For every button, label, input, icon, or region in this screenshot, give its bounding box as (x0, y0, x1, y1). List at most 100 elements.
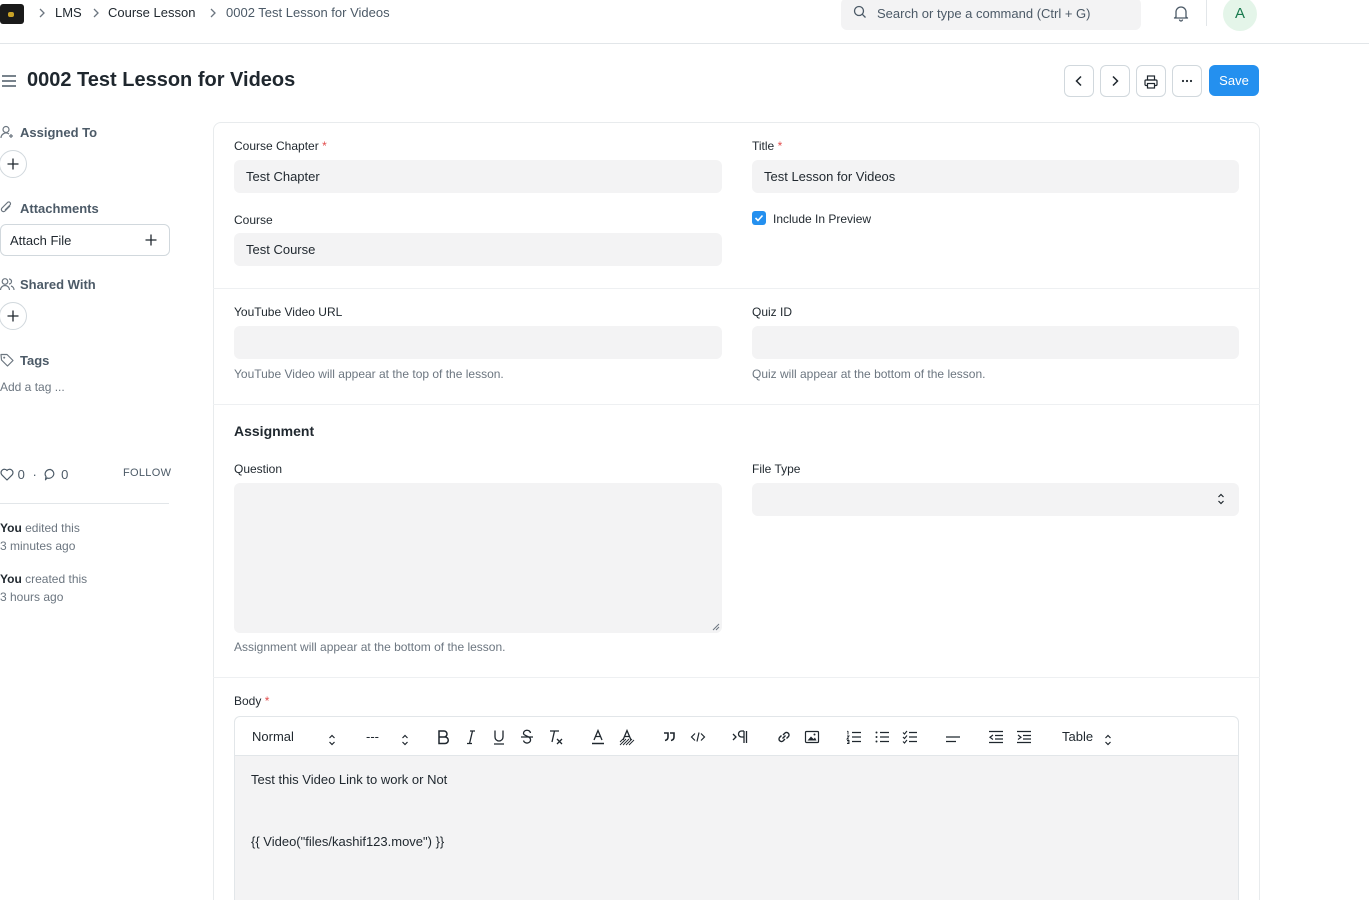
editor-paragraph: Test this Video Link to work or Not (251, 772, 448, 787)
assignment-section-title[interactable]: Assignment (234, 423, 314, 439)
code-icon[interactable] (690, 727, 706, 747)
include-in-preview-checkbox[interactable] (752, 211, 766, 225)
text-direction-icon[interactable] (732, 727, 748, 747)
required-mark: * (264, 694, 270, 708)
activity-actor: You (0, 572, 22, 586)
users-icon (0, 278, 15, 291)
chevron-right-icon (210, 8, 216, 18)
check-icon (754, 214, 764, 222)
avatar[interactable]: A (1223, 0, 1257, 31)
title-label: Title * (752, 139, 783, 153)
comment-icon[interactable] (44, 468, 57, 481)
course-chapter-field[interactable]: Test Chapter (234, 160, 722, 193)
more-actions-button[interactable] (1172, 65, 1202, 97)
image-icon[interactable] (804, 727, 820, 747)
title-field[interactable]: Test Lesson for Videos (752, 160, 1239, 193)
breadcrumb-course-lesson[interactable]: Course Lesson (108, 5, 195, 21)
indent-icon[interactable] (1016, 727, 1032, 747)
chevron-left-icon (1075, 75, 1082, 87)
quiz-id-help: Quiz will appear at the bottom of the le… (752, 367, 986, 381)
paperclip-icon (0, 201, 12, 213)
body-editor[interactable]: Test this Video Link to work or Not {{ V… (234, 756, 1239, 900)
activity-item: You edited this 3 minutes ago (0, 519, 80, 555)
quiz-id-field[interactable] (752, 326, 1239, 359)
breadcrumb-lms[interactable]: LMS (55, 5, 82, 21)
resize-grip-icon[interactable] (712, 623, 720, 631)
blockquote-icon[interactable] (662, 727, 676, 747)
course-chapter-label: Course Chapter * (234, 139, 327, 153)
add-assignee-button[interactable] (0, 150, 27, 178)
underline-icon[interactable] (492, 727, 506, 747)
search-input[interactable]: Search or type a command (Ctrl + G) (841, 0, 1141, 30)
youtube-url-field[interactable] (234, 326, 722, 359)
table-select[interactable]: Table (1062, 729, 1093, 744)
follow-button[interactable]: FOLLOW (123, 467, 171, 479)
editor-toolbar: Normal --- Table (234, 716, 1239, 756)
activity-actor: You (0, 521, 22, 535)
font-size-select[interactable]: --- (366, 729, 379, 744)
include-in-preview-label[interactable]: Include In Preview (773, 212, 871, 226)
tags-label: Tags (20, 353, 50, 368)
save-button[interactable]: Save (1209, 65, 1259, 96)
add-tag-link[interactable]: Add a tag ... (0, 380, 65, 394)
dot-separator: · (32, 467, 37, 482)
activity-time: 3 minutes ago (0, 539, 76, 553)
question-label: Question (234, 462, 283, 476)
ordered-list-icon[interactable] (846, 727, 862, 747)
strikethrough-icon[interactable] (520, 727, 534, 747)
heart-icon[interactable] (0, 468, 14, 481)
course-label: Course (234, 213, 273, 227)
section-divider (213, 288, 1260, 289)
tag-icon (0, 353, 14, 367)
align-icon[interactable] (945, 727, 961, 747)
printer-icon (1144, 75, 1158, 89)
assigned-to-label: Assigned To (20, 125, 98, 140)
comment-count: 0 (61, 467, 69, 482)
file-type-select[interactable] (752, 483, 1239, 516)
attach-file-button[interactable]: Attach File (0, 224, 170, 256)
ellipsis-icon (1181, 79, 1193, 83)
youtube-url-help: YouTube Video will appear at the top of … (234, 367, 504, 381)
like-count: 0 (17, 467, 25, 482)
select-arrows-icon (1105, 734, 1111, 746)
chevron-right-icon (93, 8, 99, 18)
link-icon[interactable] (776, 727, 792, 747)
navbar-divider (1206, 0, 1207, 26)
print-button[interactable] (1136, 65, 1166, 97)
italic-icon[interactable] (464, 727, 478, 747)
file-type-label: File Type (752, 462, 801, 476)
clear-format-icon[interactable] (548, 727, 564, 747)
paragraph-style-select[interactable]: Normal (252, 729, 294, 744)
search-placeholder: Search or type a command (Ctrl + G) (877, 6, 1091, 21)
bell-icon[interactable] (1172, 4, 1190, 22)
app-logo[interactable] (0, 4, 24, 24)
sidebar-toggle-icon[interactable] (1, 74, 17, 88)
background-color-icon[interactable] (619, 727, 635, 747)
previous-doc-button[interactable] (1064, 65, 1094, 97)
navbar: LMS Course Lesson 0002 Test Lesson for V… (0, 0, 1369, 44)
page-title: 0002 Test Lesson for Videos (27, 69, 296, 91)
body-label: Body * (234, 694, 270, 708)
chevron-right-icon (1112, 75, 1119, 87)
youtube-url-label: YouTube Video URL (234, 305, 343, 319)
bold-icon[interactable] (436, 727, 450, 747)
course-field[interactable]: Test Course (234, 233, 722, 266)
bullet-list-icon[interactable] (874, 727, 890, 747)
select-arrows-icon (402, 734, 408, 746)
add-share-button[interactable] (0, 302, 27, 330)
outdent-icon[interactable] (988, 727, 1004, 747)
attachments-label: Attachments (20, 201, 99, 216)
quiz-id-label: Quiz ID (752, 305, 793, 319)
activity-action: created this (25, 572, 88, 586)
shared-with-label: Shared With (20, 277, 96, 292)
text-color-icon[interactable] (591, 727, 605, 747)
assign-user-icon (0, 125, 13, 139)
section-divider (213, 677, 1260, 678)
checklist-icon[interactable] (902, 727, 918, 747)
question-help: Assignment will appear at the bottom of … (234, 640, 506, 654)
next-doc-button[interactable] (1100, 65, 1130, 97)
question-textarea[interactable] (234, 483, 722, 633)
chevron-right-icon (39, 8, 45, 18)
breadcrumb-current[interactable]: 0002 Test Lesson for Videos (226, 5, 390, 21)
editor-paragraph: {{ Video("files/kashif123.move") }} (251, 834, 445, 849)
